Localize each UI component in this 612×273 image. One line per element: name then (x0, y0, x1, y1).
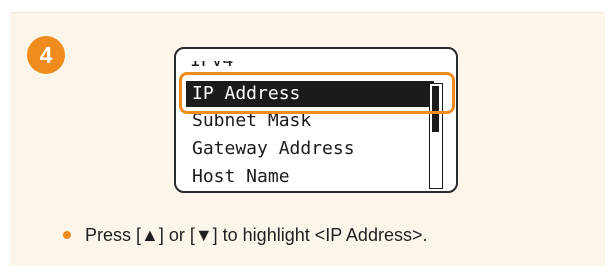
instruction-text: Press [▲] or [▼] to highlight <IP Addres… (85, 225, 428, 245)
highlight-callout-frame (179, 72, 455, 114)
lcd-display: IPv4 IP Address Subnet Mask Gateway Addr… (174, 47, 458, 193)
lcd-menu-item[interactable]: Host Name (192, 163, 290, 191)
step-number-badge: 4 (27, 36, 65, 74)
lcd-menu-item[interactable]: Gateway Address (192, 135, 355, 163)
bullet-icon (63, 231, 71, 239)
lcd-menu-title: IPv4 (190, 50, 234, 71)
